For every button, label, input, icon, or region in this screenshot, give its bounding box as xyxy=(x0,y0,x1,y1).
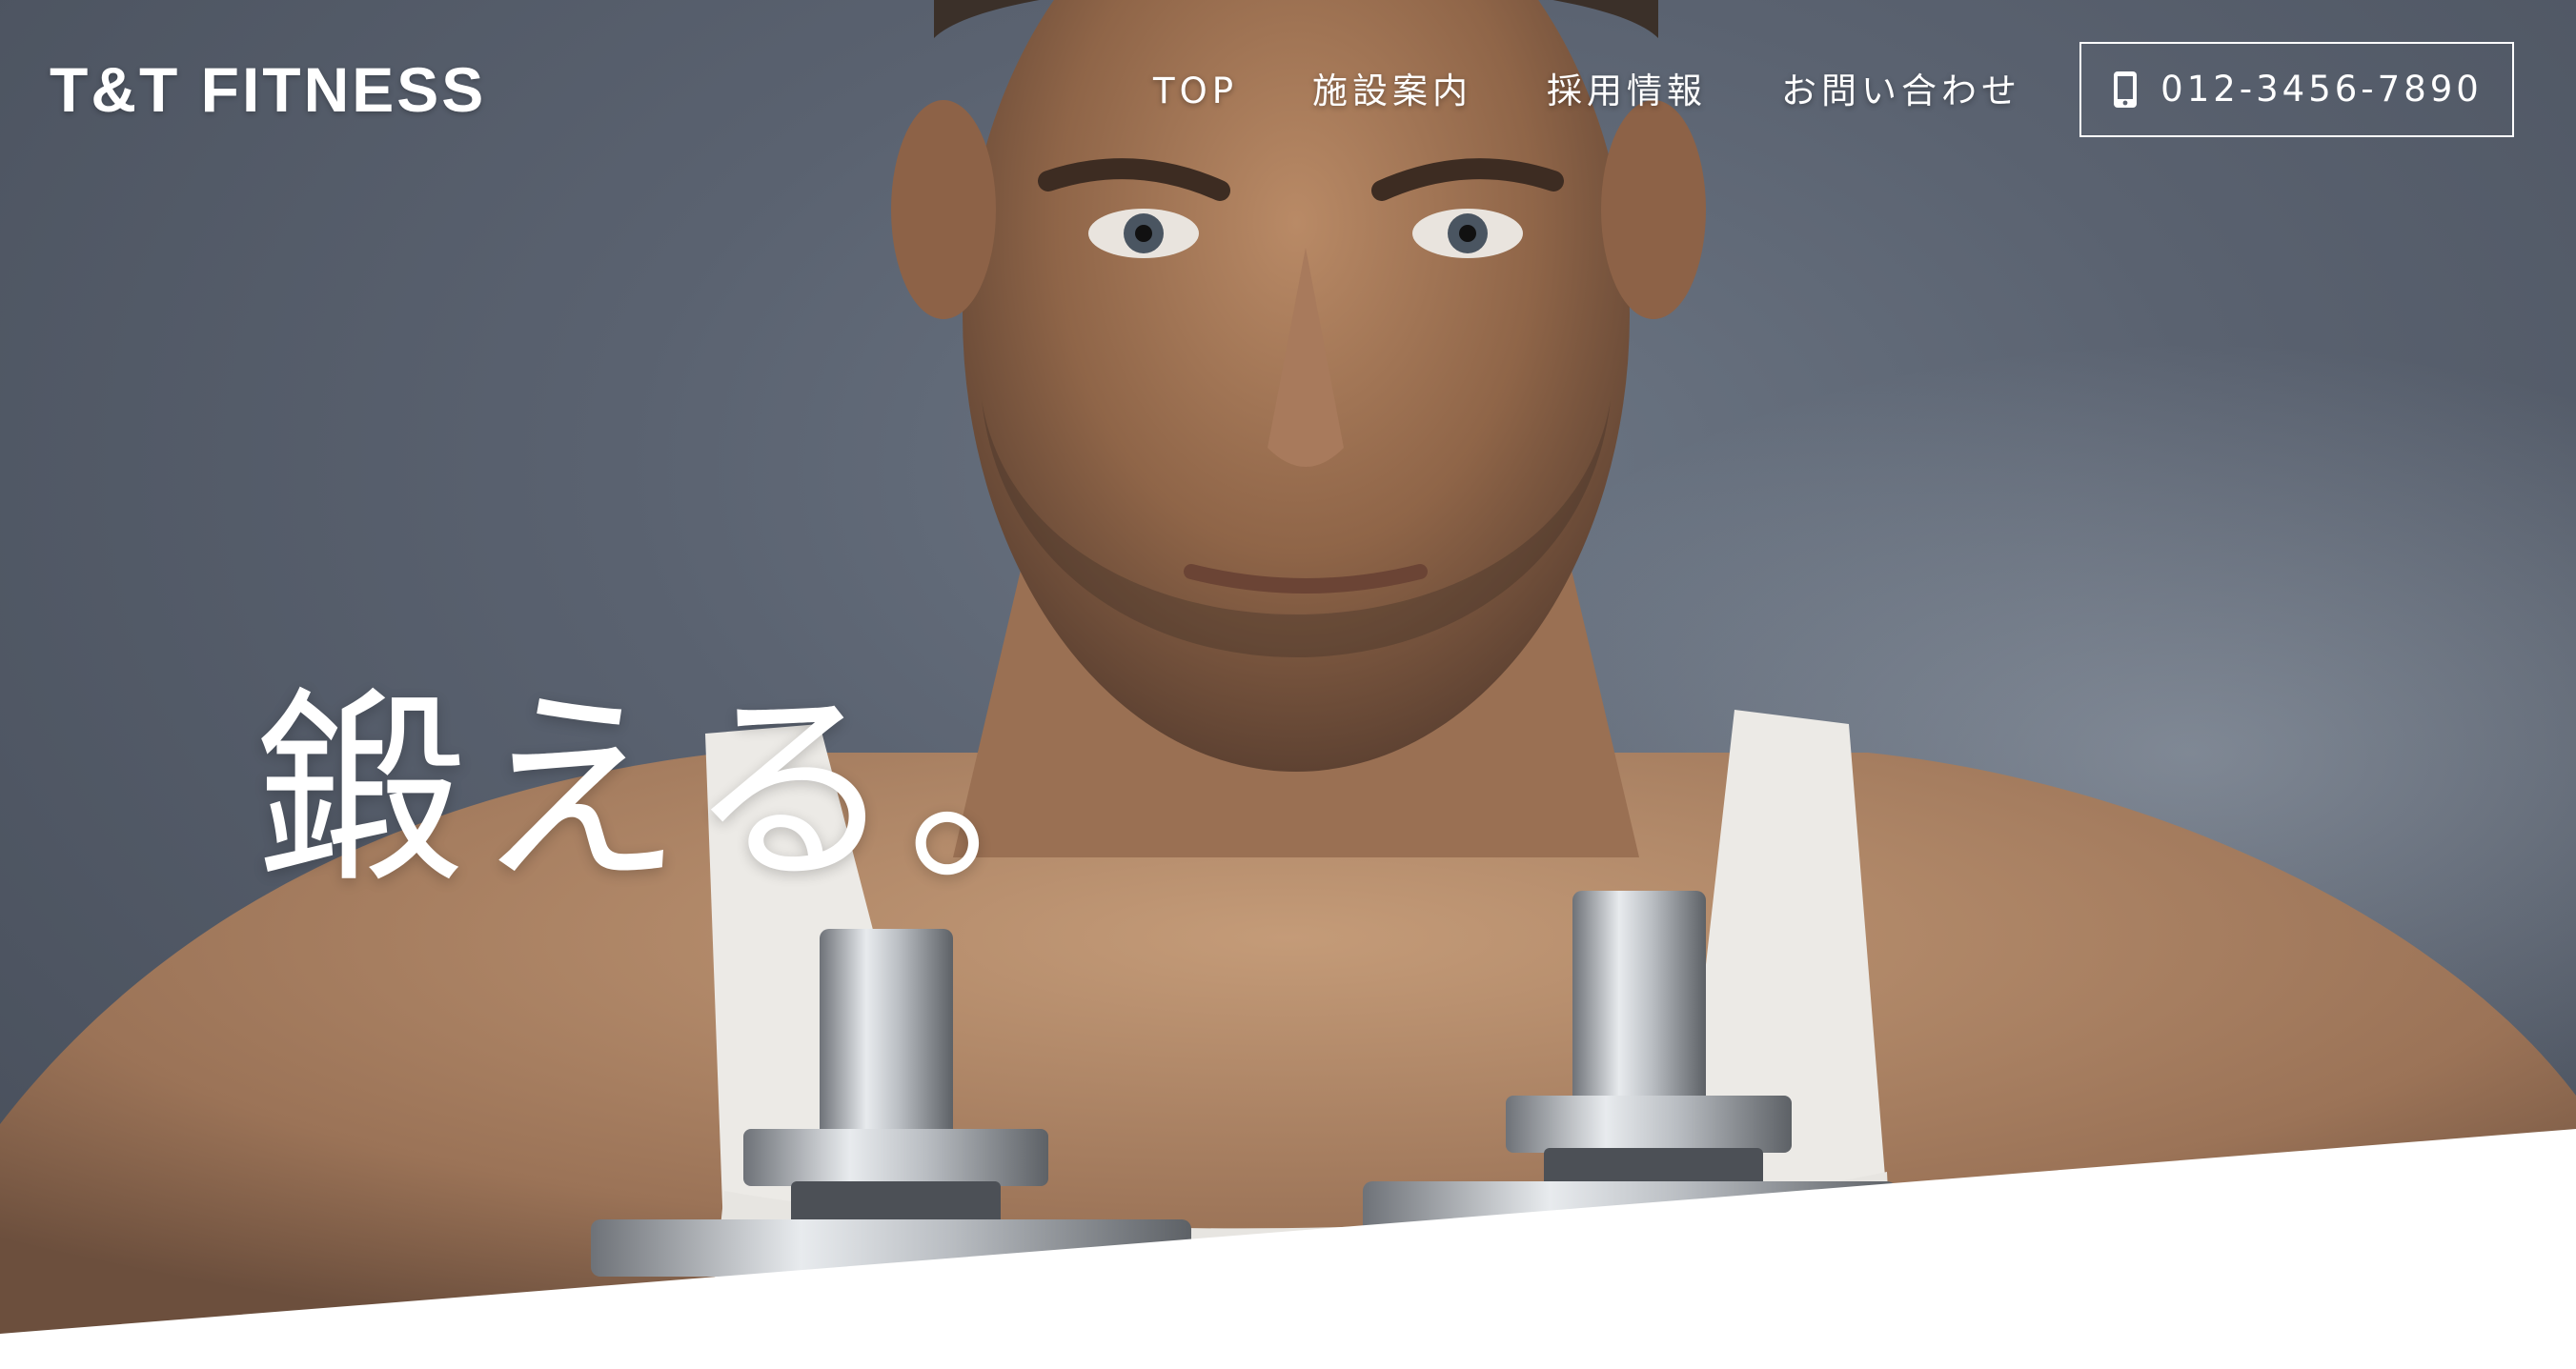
phone-number: 012-3456-7890 xyxy=(2160,69,2483,110)
site-logo[interactable]: T&T FITNESS xyxy=(50,51,486,128)
nav-item-recruit[interactable]: 採用情報 xyxy=(1547,63,1707,120)
global-nav: TOP 施設案内 採用情報 お問い合わせ xyxy=(1153,63,2021,120)
nav-item-contact[interactable]: お問い合わせ xyxy=(1781,63,2021,120)
hero-catchcopy: 鍛える。 xyxy=(255,671,1126,913)
phone-button[interactable]: 012-3456-7890 xyxy=(2079,42,2514,137)
hero-photo xyxy=(0,0,2576,1334)
page: T&T FITNESS TOP 施設案内 採用情報 お問い合わせ 012-345… xyxy=(0,0,2576,1369)
nav-item-top[interactable]: TOP xyxy=(1153,63,1238,120)
smartphone-icon xyxy=(2114,71,2138,108)
hero-section xyxy=(0,0,2576,1334)
nav-item-facility[interactable]: 施設案内 xyxy=(1312,63,1472,120)
site-header: T&T FITNESS TOP 施設案内 採用情報 お問い合わせ 012-345… xyxy=(0,0,2576,181)
